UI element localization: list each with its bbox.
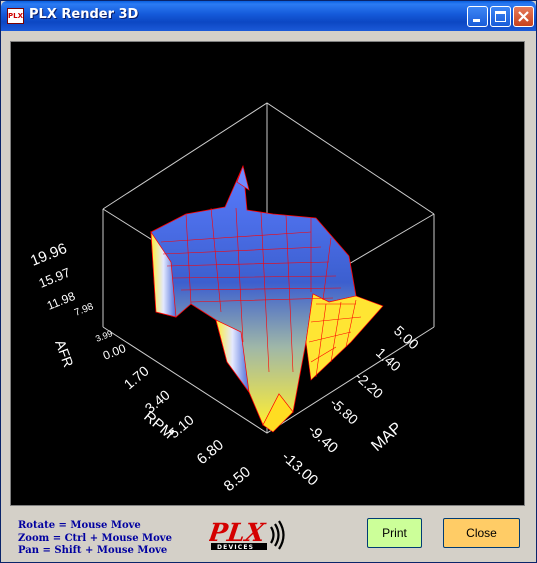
afr-tick: 15.97: [37, 265, 73, 291]
map-tick: 5.00: [391, 322, 422, 352]
close-icon: [518, 11, 529, 22]
svg-text:DEVICES: DEVICES: [217, 544, 254, 551]
minimize-icon: [473, 19, 480, 22]
afr-axis: 19.96 15.97 11.98 7.98 3.99 0.00 AFR: [28, 240, 128, 369]
help-zoom: Zoom = Ctrl + Mouse Move: [18, 532, 172, 544]
afr-tick: 7.98: [73, 301, 96, 319]
map-tick: -5.80: [327, 394, 362, 427]
rpm-tick: 1.70: [121, 362, 152, 392]
plx-render-window: PLX PLX Render 3D 19.96 15.97 11.98 7.98…: [0, 0, 537, 563]
afr-tick: 3.99: [94, 328, 114, 344]
plx-app-icon[interactable]: PLX: [7, 8, 24, 24]
render-3d-viewport[interactable]: 19.96 15.97 11.98 7.98 3.99 0.00 AFR 1.7…: [10, 41, 525, 506]
close-window-button[interactable]: [513, 6, 534, 27]
afr-tick: 0.00: [101, 341, 128, 363]
map-tick: -13.00: [278, 448, 321, 489]
print-button[interactable]: Print: [367, 518, 422, 548]
close-button[interactable]: Close: [443, 518, 520, 548]
map-tick: -2.20: [352, 368, 387, 401]
maximize-button[interactable]: [490, 6, 511, 27]
window-title: PLX Render 3D: [29, 7, 139, 22]
help-rotate: Rotate = Mouse Move: [18, 520, 141, 531]
minimize-button[interactable]: [467, 6, 488, 27]
mouse-help-text: Rotate = Mouse Move Zoom = Ctrl + Mouse …: [18, 520, 172, 558]
plx-devices-logo: PLX DEVICES: [209, 517, 285, 551]
map-tick: -9.40: [304, 421, 341, 457]
title-bar[interactable]: PLX PLX Render 3D: [1, 1, 536, 31]
rpm-axis: 1.70 3.40 5.10 6.80 8.50 RPM: [121, 362, 254, 495]
maximize-icon: [495, 11, 506, 22]
surface-plot[interactable]: 19.96 15.97 11.98 7.98 3.99 0.00 AFR 1.7…: [11, 42, 524, 505]
rpm-tick: 6.80: [194, 436, 227, 468]
help-pan: Pan = Shift + Mouse Move: [18, 545, 168, 556]
rpm-tick: 8.50: [221, 463, 254, 495]
map-axis-label: MAP: [368, 419, 405, 455]
afr-axis-label: AFR: [52, 338, 77, 370]
svg-text:PLX: PLX: [209, 517, 268, 547]
